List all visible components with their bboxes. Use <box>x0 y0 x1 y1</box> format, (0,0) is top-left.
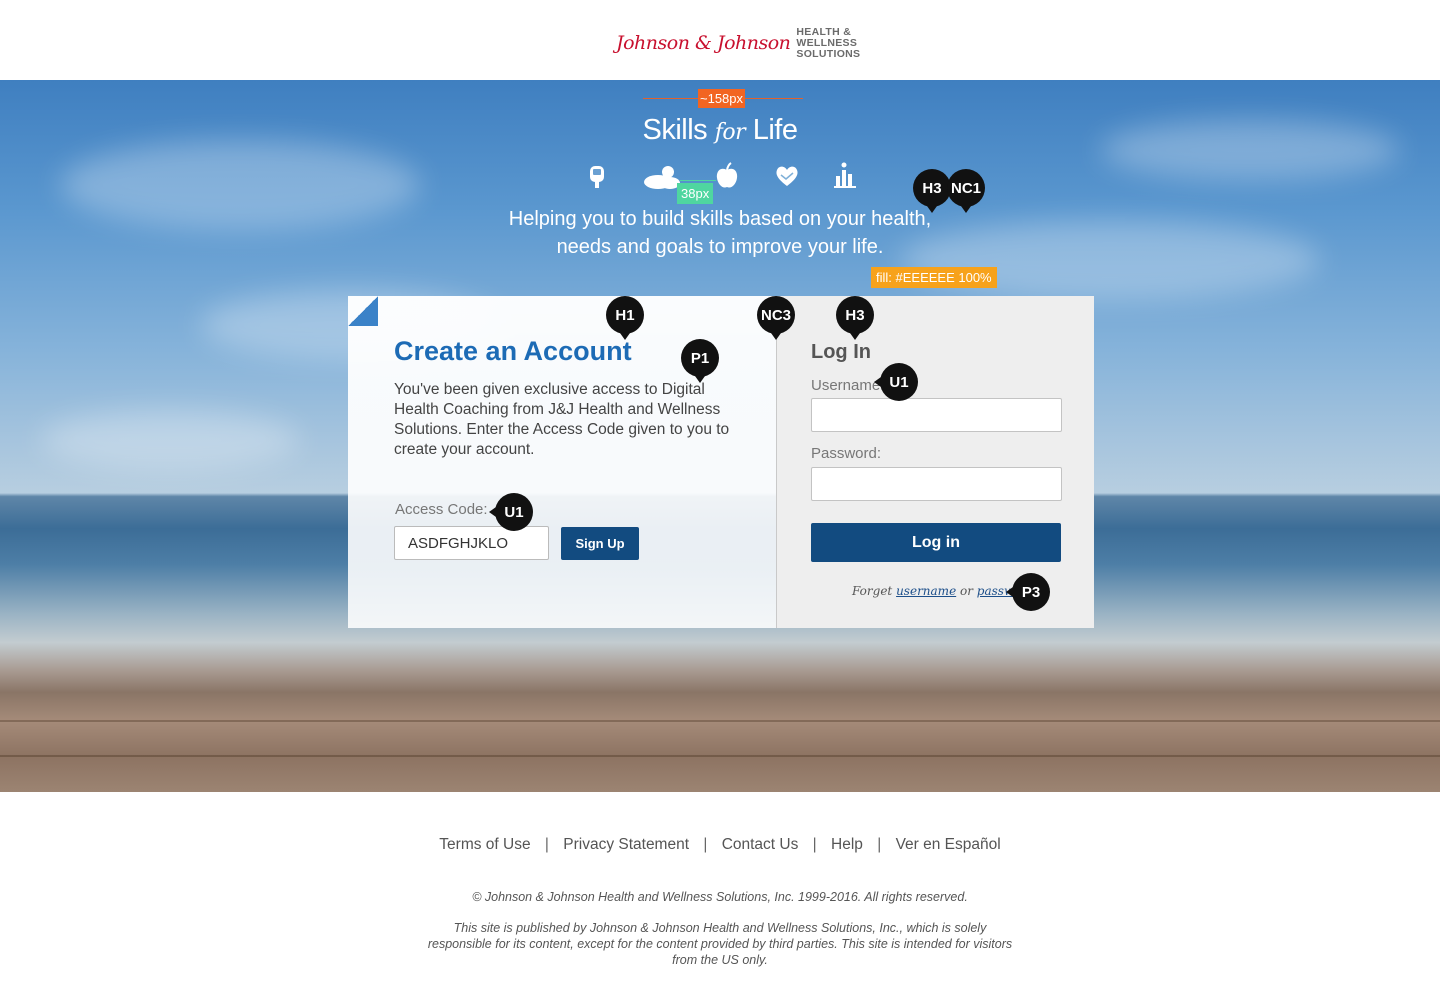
weather-icon <box>644 166 680 189</box>
annotation-pin: NC3 <box>757 296 795 340</box>
deck-line <box>0 720 1440 722</box>
gap-tag: 38px <box>677 183 714 204</box>
login-button[interactable]: Log in <box>811 523 1061 562</box>
forgot-username-link[interactable]: username <box>896 584 956 598</box>
annotation-pin: H1 <box>606 296 644 340</box>
annotation-pin: P3 <box>1006 573 1050 611</box>
logo-script: Johnson & Johnson <box>616 32 791 54</box>
apple-icon <box>716 162 738 188</box>
forgot-or: or <box>960 584 973 598</box>
login-title: Log In <box>811 341 871 363</box>
tagline-line: Helping you to build skills based on you… <box>508 208 932 230</box>
cloud <box>60 140 420 230</box>
contact-link[interactable]: Contact Us <box>722 836 799 853</box>
brand-word: Skills <box>642 114 708 146</box>
annotation-pin: P1 <box>681 339 719 383</box>
gap-line <box>680 180 716 181</box>
annotation-pin: NC1 <box>947 169 985 213</box>
copyright-text: © Johnson & Johnson Health and Wellness … <box>472 890 968 904</box>
footer-separator: | <box>877 836 882 853</box>
disclaimer-text: This site is published by Johnson & John… <box>427 921 1013 967</box>
sign-up-button[interactable]: Sign Up <box>561 527 639 560</box>
hero-tagline: Helping you to build skills based on you… <box>470 205 970 261</box>
brand-word: for <box>714 120 746 145</box>
brand-word: Life <box>752 114 798 146</box>
skills-for-life-logo: Skills for Life <box>620 114 820 147</box>
logo-tagline-line: SOLUTIONS <box>796 47 861 60</box>
logo-tagline: HEALTH & WELLNESS SOLUTIONS <box>796 26 861 60</box>
jnj-logo[interactable]: Johnson & Johnson HEALTH & WELLNESS SOLU… <box>616 24 860 62</box>
corner-fold <box>348 296 378 326</box>
annotation-pin: U1 <box>874 363 918 401</box>
footer-links: Terms of Use | Privacy Statement | Conta… <box>0 836 1440 854</box>
access-code-input[interactable] <box>394 526 549 560</box>
annotation-pin: H3 <box>913 169 951 213</box>
terms-link[interactable]: Terms of Use <box>439 836 530 853</box>
account-card: Create an Account You've been given excl… <box>348 296 1094 628</box>
login-panel: Log In Username: Password: Log in Forget… <box>776 296 1094 628</box>
footer-separator: | <box>703 836 708 853</box>
cloud <box>40 410 300 470</box>
help-link[interactable]: Help <box>831 836 863 853</box>
glucose-meter-icon <box>590 166 604 188</box>
annotation-pin: U1 <box>489 493 533 531</box>
footer-separator: | <box>544 836 549 853</box>
username-input[interactable] <box>811 398 1062 432</box>
measure-tag: ~158px <box>698 89 746 108</box>
access-code-label: Access Code: <box>395 501 488 518</box>
create-account-title: Create an Account <box>394 336 632 366</box>
annotation-pin: H3 <box>836 296 874 340</box>
bar-chart-icon <box>834 162 856 188</box>
deck-line <box>0 755 1440 757</box>
privacy-link[interactable]: Privacy Statement <box>563 836 689 853</box>
cloud <box>1100 120 1400 180</box>
password-label: Password: <box>811 445 882 462</box>
create-account-description: You've been given exclusive access to Di… <box>394 381 730 458</box>
spanish-link[interactable]: Ver en Español <box>896 836 1001 853</box>
password-input[interactable] <box>811 467 1062 501</box>
fill-note-tag: fill: #EEEEEE 100% <box>871 267 997 288</box>
site-header: Johnson & Johnson HEALTH & WELLNESS SOLU… <box>0 0 1440 80</box>
forgot-prefix: Forget <box>852 584 893 598</box>
tagline-line: needs and goals to improve your life. <box>556 236 884 258</box>
heart-hands-icon <box>776 166 798 186</box>
footer-separator: | <box>812 836 817 853</box>
